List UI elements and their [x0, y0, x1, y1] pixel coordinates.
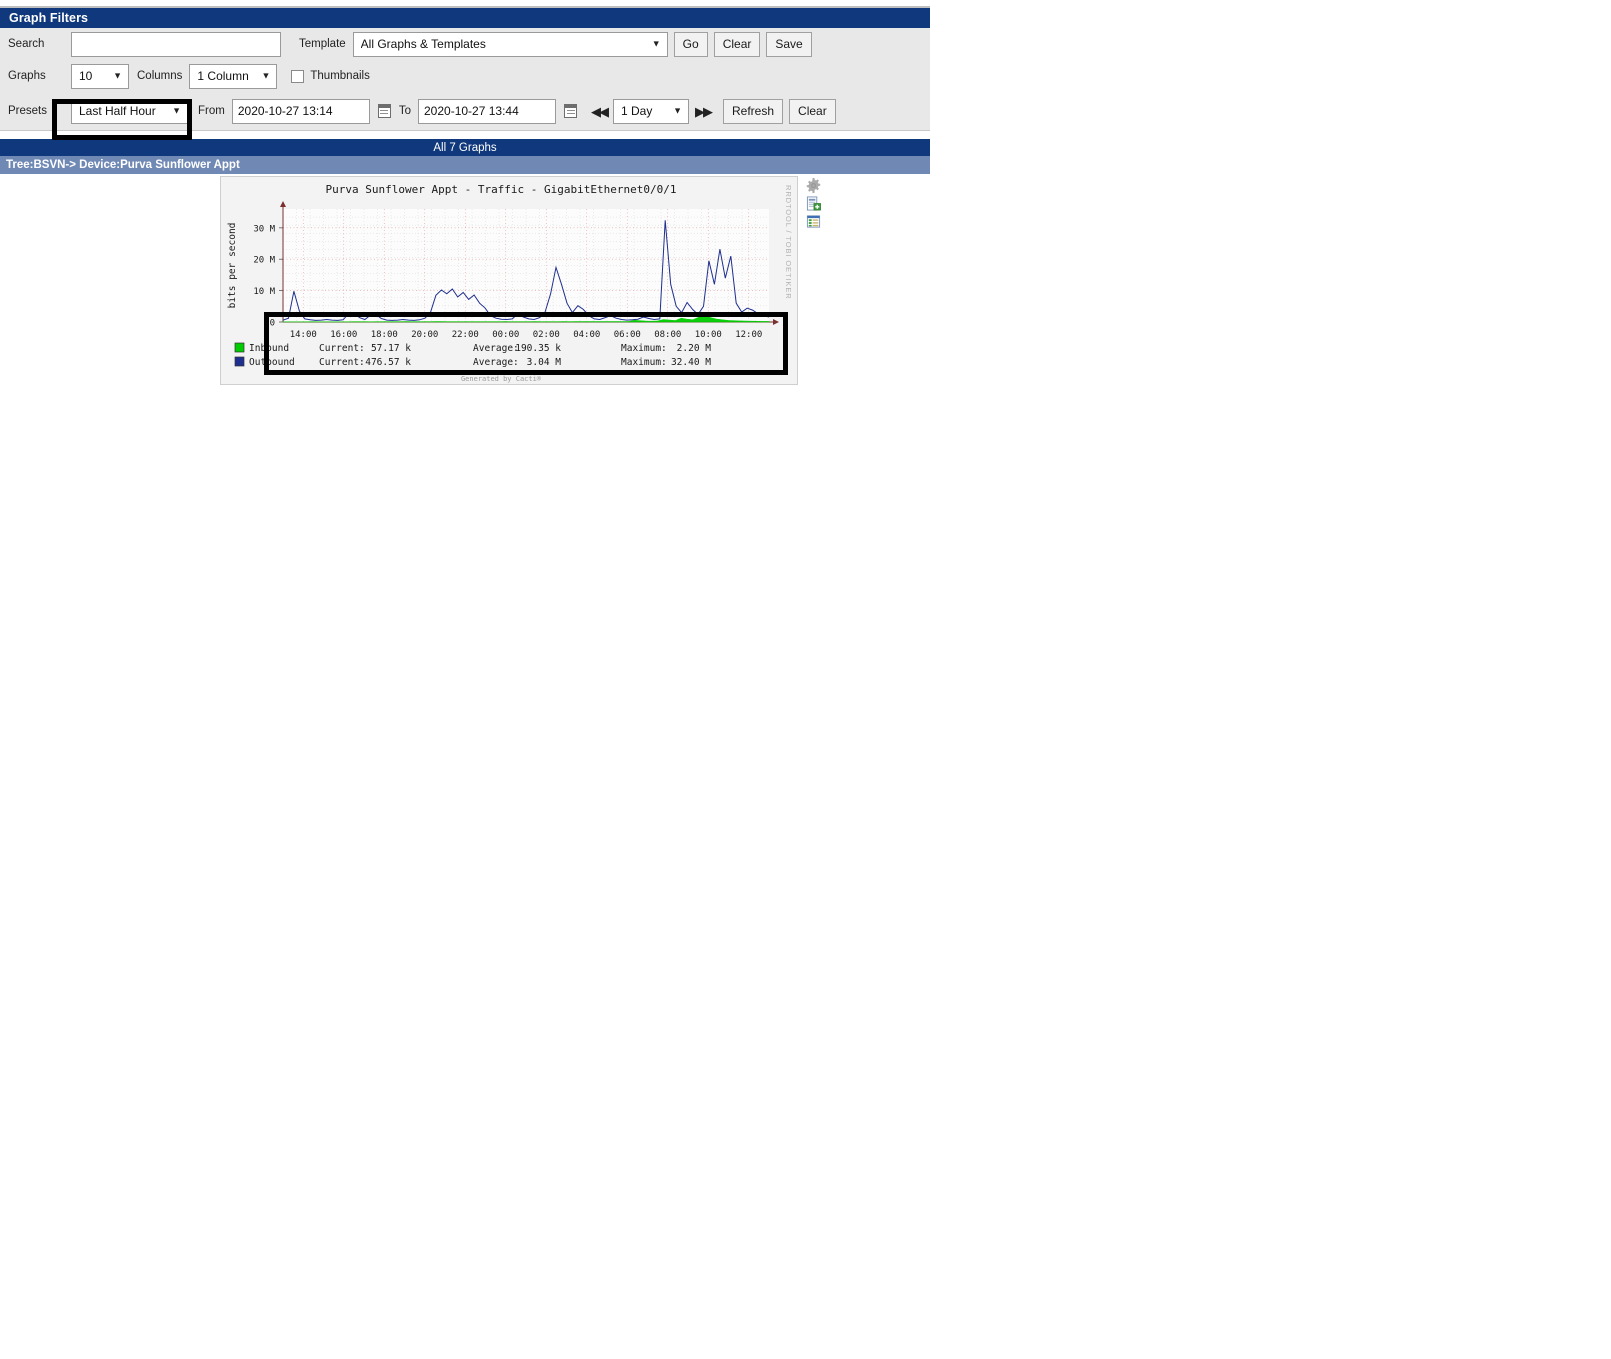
- to-date-input[interactable]: [418, 98, 556, 124]
- presets-label: Presets: [8, 105, 47, 117]
- svg-text:Maximum:: Maximum:: [621, 357, 667, 368]
- svg-text:Current:: Current:: [319, 357, 365, 368]
- columns-select[interactable]: 1 Column: [189, 63, 278, 89]
- svg-text:10 M: 10 M: [253, 287, 275, 297]
- graph-action-icons: [806, 178, 824, 229]
- calendar-icon[interactable]: [564, 104, 577, 118]
- go-button[interactable]: Go: [673, 31, 708, 57]
- breadcrumb[interactable]: Tree:BSVN-> Device:Purva Sunflower Appt: [0, 156, 930, 174]
- svg-text:Inbound: Inbound: [249, 343, 289, 354]
- svg-text:476.57 k: 476.57 k: [365, 357, 411, 368]
- svg-text:22:00: 22:00: [452, 330, 479, 340]
- svg-text:2.20 M: 2.20 M: [677, 343, 712, 354]
- save-button[interactable]: Save: [766, 31, 812, 57]
- panel-title: Graph Filters: [0, 8, 930, 28]
- calendar-icon[interactable]: [377, 104, 391, 118]
- svg-text:30 M: 30 M: [253, 224, 275, 234]
- csv-export-icon[interactable]: [806, 196, 821, 211]
- rrdtool-credit: RRDTOOL / TOBI OETIKER: [784, 185, 793, 300]
- filters-row-presets: Presets Last Half Hour ▼ From To ◀◀ 1 Da…: [0, 92, 930, 130]
- svg-text:10:00: 10:00: [695, 330, 722, 340]
- prev-timespan-button[interactable]: ◀◀: [591, 105, 609, 118]
- clear-timespan-button[interactable]: Clear: [789, 98, 836, 124]
- template-select[interactable]: All Graphs & Templates: [352, 31, 668, 57]
- from-label: From: [198, 105, 225, 117]
- svg-text:14:00: 14:00: [290, 330, 317, 340]
- to-label: To: [398, 105, 411, 117]
- filters-body: Search Template All Graphs & Templates ▼…: [0, 28, 930, 131]
- svg-text:04:00: 04:00: [573, 330, 600, 340]
- graphs-label: Graphs: [8, 70, 46, 82]
- graph-card: Purva Sunflower Appt - Traffic - Gigabit…: [220, 176, 798, 385]
- svg-text:Average:: Average:: [473, 357, 519, 368]
- svg-text:Current:: Current:: [319, 343, 365, 354]
- graph-filters-panel: Graph Filters Search Template All Graphs…: [0, 8, 930, 131]
- properties-icon[interactable]: [806, 214, 821, 229]
- svg-text:Outbound: Outbound: [249, 357, 295, 368]
- columns-select-wrap: 1 Column ▼: [189, 63, 278, 89]
- graphs-select-wrap: 10 ▼: [71, 63, 129, 89]
- svg-text:32.40 M: 32.40 M: [671, 357, 711, 368]
- svg-text:08:00: 08:00: [654, 330, 681, 340]
- clear-button[interactable]: Clear: [713, 31, 761, 57]
- svg-text:00:00: 00:00: [492, 330, 519, 340]
- svg-text:Average:: Average:: [473, 343, 519, 354]
- search-input[interactable]: [71, 31, 281, 57]
- svg-text:Purva Sunflower Appt - Traffic: Purva Sunflower Appt - Traffic - Gigabit…: [326, 183, 677, 196]
- from-date-input[interactable]: [231, 98, 370, 124]
- svg-text:20:00: 20:00: [411, 330, 438, 340]
- thumbnails-label: Thumbnails: [310, 70, 370, 82]
- presets-select-wrap: Last Half Hour ▼: [71, 98, 188, 124]
- svg-text:18:00: 18:00: [371, 330, 398, 340]
- gear-icon[interactable]: [806, 178, 821, 193]
- top-strip: [0, 0, 930, 8]
- filters-row-search: Search Template All Graphs & Templates ▼…: [0, 28, 930, 60]
- svg-text:3.04 M: 3.04 M: [527, 357, 562, 368]
- all-graphs-bar: All 7 Graphs: [0, 139, 930, 156]
- svg-text:0: 0: [270, 319, 275, 329]
- template-select-wrap: All Graphs & Templates ▼: [352, 31, 668, 57]
- next-timespan-button[interactable]: ▶▶: [695, 105, 713, 118]
- filters-row-graphs: Graphs 10 ▼ Columns 1 Column ▼ Thumbnail…: [0, 60, 930, 92]
- template-label: Template: [299, 38, 346, 50]
- svg-text:12:00: 12:00: [735, 330, 762, 340]
- svg-text:bits per second: bits per second: [227, 223, 238, 309]
- svg-text:06:00: 06:00: [614, 330, 641, 340]
- svg-text:16:00: 16:00: [330, 330, 357, 340]
- svg-text:57.17 k: 57.17 k: [371, 343, 411, 354]
- svg-text:Maximum:: Maximum:: [621, 343, 667, 354]
- refresh-button[interactable]: Refresh: [723, 98, 784, 124]
- svg-text:20 M: 20 M: [253, 256, 275, 266]
- graphs-select[interactable]: 10: [71, 63, 129, 89]
- search-label: Search: [8, 38, 45, 50]
- timespan-select[interactable]: 1 Day: [613, 98, 689, 124]
- thumbnails-checkbox[interactable]: [291, 69, 305, 83]
- timespan-select-wrap: 1 Day ▼: [613, 98, 689, 124]
- svg-text:190.35 k: 190.35 k: [515, 343, 561, 354]
- thumbnails-checkbox-wrap: Thumbnails: [291, 69, 370, 83]
- presets-select[interactable]: Last Half Hour: [71, 98, 188, 124]
- traffic-graph: Purva Sunflower Appt - Traffic - Gigabit…: [227, 183, 779, 383]
- svg-text:02:00: 02:00: [533, 330, 560, 340]
- columns-label: Columns: [137, 70, 183, 82]
- svg-text:Generated by Cacti®: Generated by Cacti®: [461, 375, 542, 383]
